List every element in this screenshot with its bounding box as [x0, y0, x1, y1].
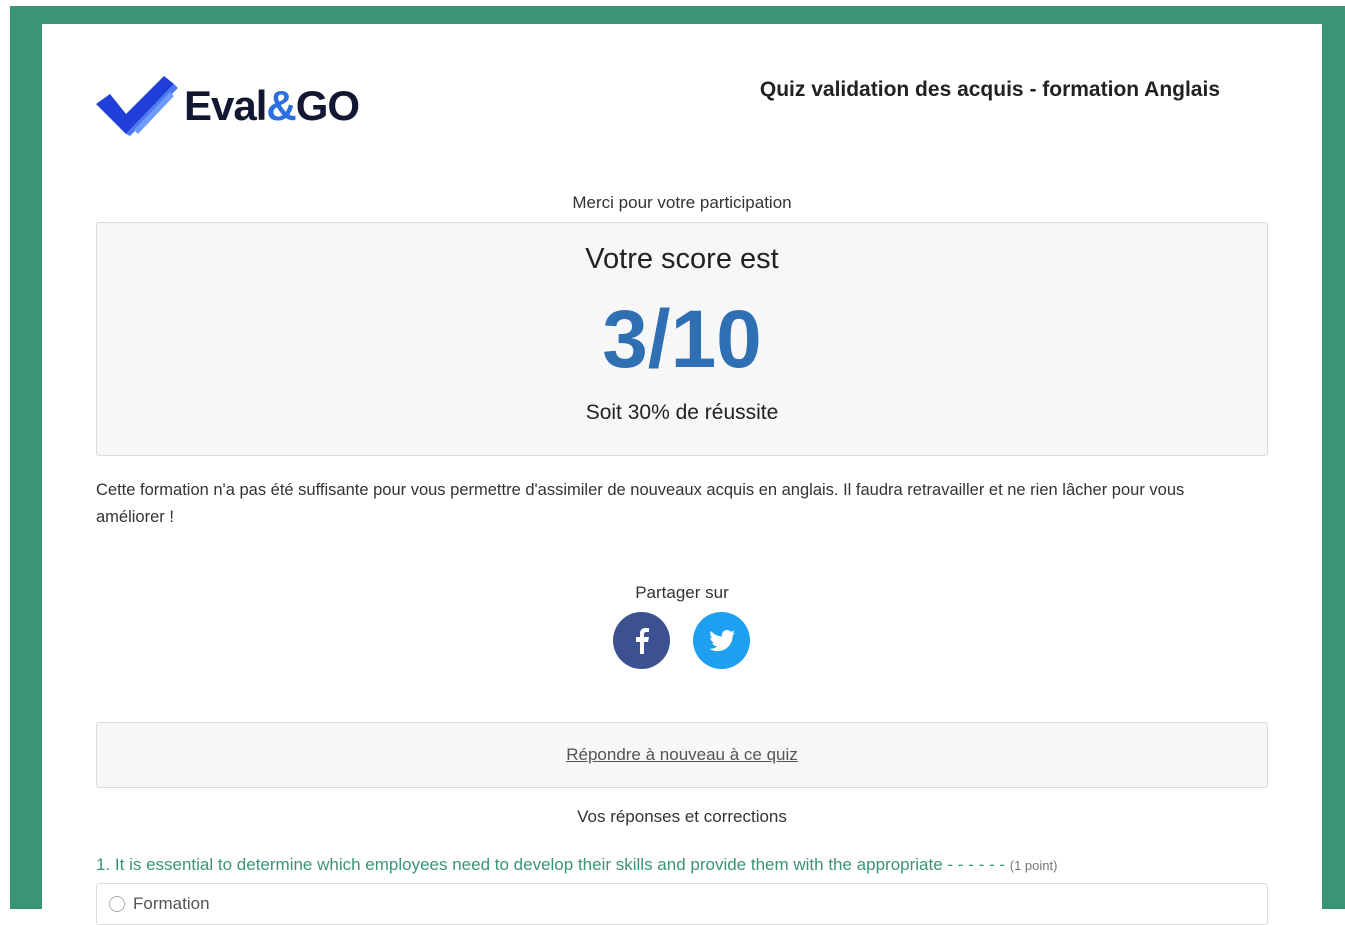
score-panel: Votre score est 3/10 Soit 30% de réussit…	[96, 222, 1268, 456]
retry-quiz-link[interactable]: Répondre à nouveau à ce quiz	[566, 745, 798, 765]
score-percent: Soit 30% de réussite	[585, 401, 779, 424]
evalgo-logo: Eval&GO	[96, 74, 360, 138]
retry-panel: Répondre à nouveau à ce quiz	[96, 722, 1268, 788]
share-label: Partager sur	[635, 583, 729, 602]
answers-heading: Vos réponses et corrections	[577, 807, 787, 826]
logo-wordmark: Eval&GO	[184, 82, 360, 129]
score-label: Votre score est	[585, 243, 779, 275]
facebook-icon	[635, 627, 649, 654]
score-value: 3/10	[602, 294, 762, 385]
share-facebook-button[interactable]	[613, 612, 670, 669]
answer-option-label: Formation	[133, 894, 210, 913]
checkmark-logo-icon	[96, 76, 178, 136]
question-title: 1. It is essential to determine which em…	[96, 855, 1266, 875]
quiz-title: Quiz validation des acquis - formation A…	[759, 78, 1220, 101]
question-text: 1. It is essential to determine which em…	[96, 855, 1005, 874]
question-points: (1 point)	[1009, 858, 1058, 873]
answer-option[interactable]: Formation	[96, 883, 1268, 925]
share-twitter-button[interactable]	[693, 612, 750, 669]
twitter-icon	[708, 629, 735, 651]
feedback-text: Cette formation n'a pas été suffisante p…	[96, 481, 1185, 526]
answer-radio[interactable]	[109, 896, 125, 912]
thanks-message: Merci pour votre participation	[572, 193, 792, 212]
